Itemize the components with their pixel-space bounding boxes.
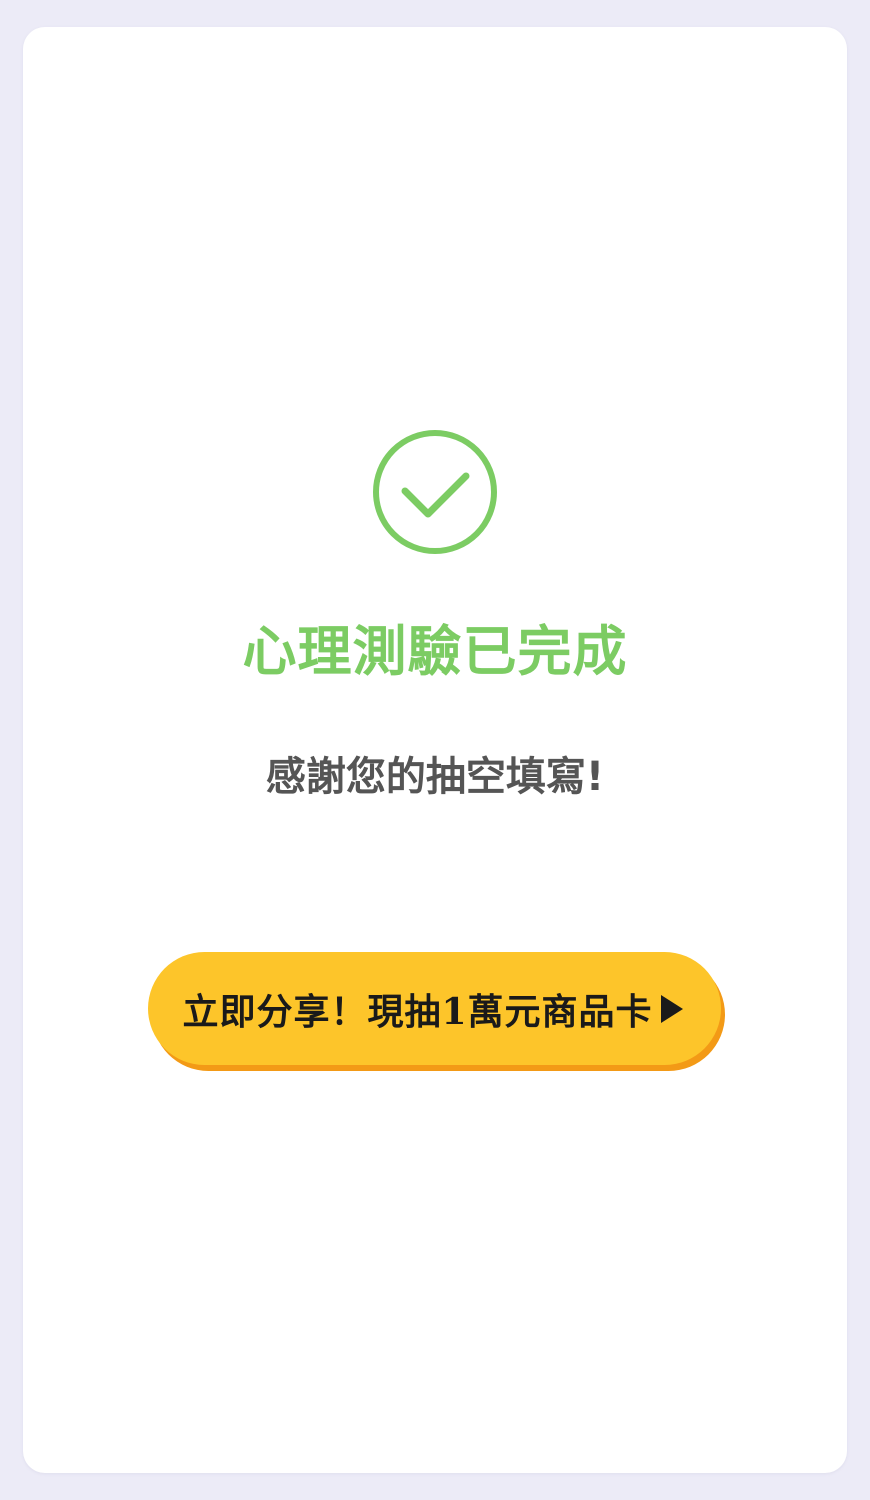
completion-title: 心理測驗已完成	[242, 620, 628, 683]
share-lottery-button[interactable]: 立即分享！現抽1萬元商品卡	[148, 952, 721, 1065]
thank-you-message: 感謝您的抽空填寫!	[265, 754, 605, 800]
check-circle-icon	[371, 428, 499, 556]
share-button-label: 立即分享！現抽1萬元商品卡	[182, 990, 653, 1033]
completion-card: 心理測驗已完成 感謝您的抽空填寫! 立即分享！現抽1萬元商品卡	[23, 27, 847, 1473]
play-arrow-icon	[660, 994, 683, 1023]
